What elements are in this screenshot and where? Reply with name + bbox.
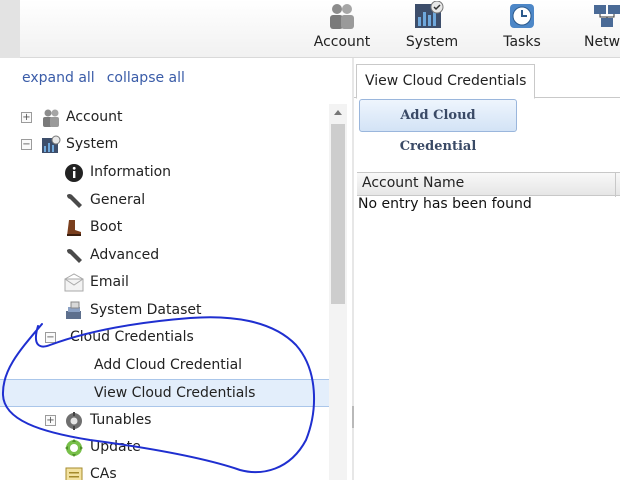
tree-item-boot[interactable]: Boot	[0, 214, 330, 241]
wrench-icon	[66, 194, 82, 208]
expand-toggle[interactable]: +	[45, 415, 56, 426]
tree-scrollbar[interactable]	[329, 104, 347, 480]
account-icon	[43, 109, 59, 127]
grid-header: Account Name	[357, 172, 620, 197]
grid-empty-message: No entry has been found	[358, 196, 532, 212]
email-icon	[64, 273, 84, 292]
tab-view-cloud-credentials[interactable]: View Cloud Credentials	[356, 64, 536, 99]
toolbar-account-button[interactable]: Account	[310, 0, 374, 58]
tree-item-general[interactable]: General	[0, 187, 330, 214]
tree-item-label: Cloud Credentials	[70, 329, 194, 345]
tree-item-label: System Dataset	[90, 302, 202, 318]
account-icon	[330, 4, 354, 29]
collapse-toggle[interactable]: −	[45, 332, 56, 343]
tree-item-label: Email	[90, 274, 129, 290]
update-icon	[65, 439, 83, 457]
boot-icon	[67, 220, 81, 236]
toolbar-tasks-button[interactable]: Tasks	[496, 0, 548, 58]
tree-item-system-dataset[interactable]: System Dataset	[0, 297, 330, 324]
tree-controls: expand all collapse all	[22, 70, 185, 86]
wrench-icon	[66, 249, 82, 263]
tree-item-label: CAs	[90, 466, 117, 480]
splitter-grip[interactable]	[352, 406, 354, 428]
scroll-up-arrow[interactable]	[334, 110, 342, 115]
collapse-all-link[interactable]: collapse all	[107, 70, 185, 86]
tree-item-label: View Cloud Credentials	[94, 385, 256, 401]
scroll-thumb[interactable]	[331, 124, 345, 304]
expand-all-link[interactable]: expand all	[22, 70, 95, 86]
information-icon	[65, 164, 83, 182]
column-header-account-name[interactable]: Account Name	[362, 175, 464, 191]
dataset-icon	[66, 301, 81, 319]
tree-item-email[interactable]: Email	[0, 269, 330, 296]
system-icon	[415, 1, 444, 28]
tree-item-system[interactable]: − System	[0, 131, 330, 158]
tree-item-add-cloud-credential[interactable]: Add Cloud Credential	[0, 352, 330, 379]
tunables-icon	[66, 412, 82, 430]
add-cloud-credential-button[interactable]: Add Cloud Credential	[359, 99, 517, 154]
tasks-icon	[510, 4, 534, 28]
tree-item-label: Boot	[90, 219, 123, 235]
tree-item-information[interactable]: Information	[0, 159, 330, 186]
toolbar-tasks-label: Tasks	[503, 34, 541, 50]
tree-item-label: Update	[90, 439, 141, 455]
tree-item-label: System	[66, 136, 119, 152]
collapse-toggle[interactable]: −	[21, 139, 32, 150]
tree-item-update[interactable]: Update	[0, 434, 330, 461]
toolbar-account-label: Account	[313, 34, 371, 50]
certificate-icon	[65, 467, 83, 480]
tree-item-cloud-credentials[interactable]: − Cloud Credentials	[0, 324, 330, 351]
tree-item-view-cloud-credentials[interactable]: View Cloud Credentials	[0, 379, 330, 407]
toolbar-network-button[interactable]: Network	[578, 0, 620, 58]
tree-item-cas[interactable]: CAs	[0, 461, 330, 480]
navigation-tree: + Account − System Information General B…	[0, 104, 330, 480]
content-tabstrip: View Cloud Credentials	[354, 58, 620, 99]
tree-item-label: General	[90, 192, 146, 208]
tree-item-label: Information	[90, 164, 172, 180]
toolbar-system-button[interactable]: System	[400, 0, 464, 58]
tree-item-account[interactable]: + Account	[0, 104, 330, 131]
toolbar-system-label: System	[405, 34, 459, 50]
toolbar-network-label: Network	[584, 34, 620, 50]
top-toolbar: Account System Tasks Network	[0, 0, 620, 58]
tree-item-label: Add Cloud Credential	[94, 357, 243, 373]
tree-item-tunables[interactable]: + Tunables	[0, 407, 330, 434]
expand-toggle[interactable]: +	[21, 112, 32, 123]
tree-item-label: Tunables	[90, 412, 152, 428]
tree-item-label: Account	[66, 109, 123, 125]
tree-item-label: Advanced	[90, 247, 160, 263]
system-icon	[42, 135, 61, 153]
network-icon	[594, 5, 620, 27]
pane-splitter[interactable]	[352, 58, 354, 480]
tree-item-advanced[interactable]: Advanced	[0, 242, 330, 269]
toolbar-left-edge	[0, 0, 20, 58]
column-divider	[615, 173, 616, 197]
